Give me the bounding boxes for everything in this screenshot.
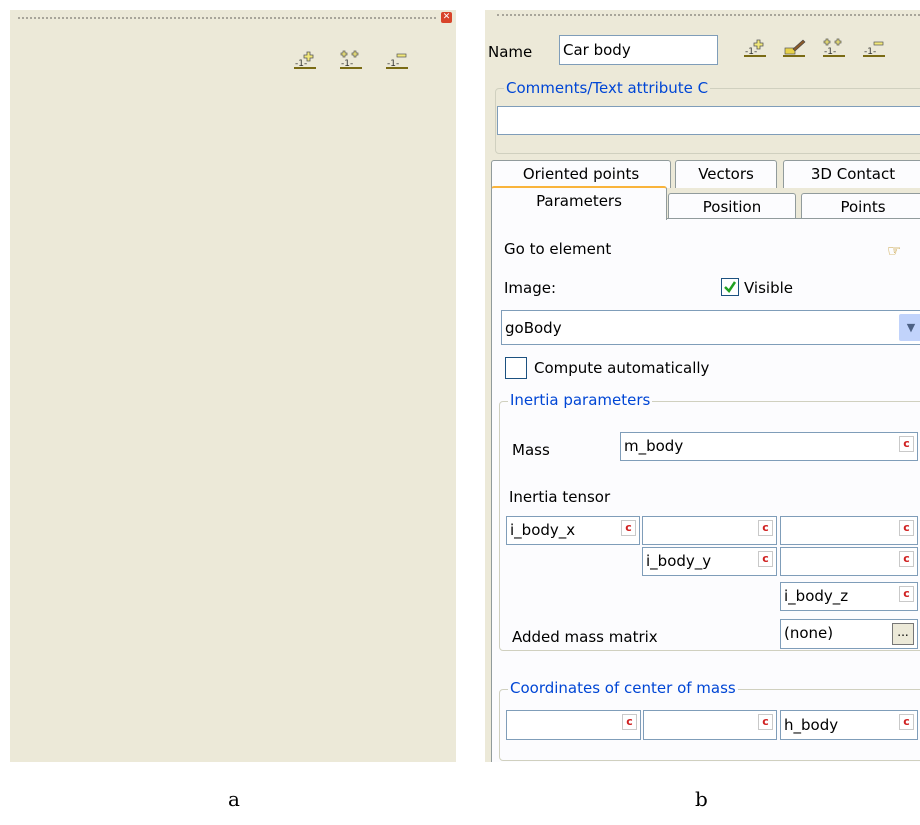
- add-element-icon[interactable]: -1-: [742, 38, 768, 60]
- svg-text:-1-: -1-: [341, 59, 353, 69]
- comments-title: Comments/Text attribute C: [504, 79, 711, 97]
- tensor-yz-input[interactable]: c: [780, 547, 918, 576]
- toolbar-grip[interactable]: [18, 17, 436, 19]
- ellipsis-button[interactable]: ...: [892, 623, 914, 645]
- toolbar-grip[interactable]: [497, 14, 920, 16]
- svg-text:-1-: -1-: [295, 59, 307, 69]
- c-button[interactable]: c: [758, 520, 773, 536]
- svg-text:-1-: -1-: [824, 47, 836, 57]
- com-x-input[interactable]: c: [506, 710, 641, 740]
- tensor-xx-input[interactable]: i_body_x c: [506, 516, 640, 545]
- edit-brush-icon[interactable]: [781, 38, 807, 60]
- com-y-input[interactable]: c: [643, 710, 777, 740]
- panel-b: Name Car body -1- -1- -1- Comments/Text …: [485, 10, 920, 762]
- name-label: Name: [488, 43, 533, 61]
- added-mass-input[interactable]: (none) ...: [780, 619, 918, 649]
- name-input[interactable]: Car body: [559, 35, 718, 65]
- tab-vectors[interactable]: Vectors: [675, 160, 777, 188]
- c-button[interactable]: c: [622, 714, 637, 730]
- remove-element-icon[interactable]: -1-: [861, 38, 887, 60]
- tensor-zz-input[interactable]: i_body_z c: [780, 582, 918, 611]
- comments-input[interactable]: [497, 106, 920, 135]
- c-button[interactable]: c: [899, 520, 914, 536]
- image-label: Image:: [504, 279, 557, 297]
- inertia-tensor-label: Inertia tensor: [509, 488, 611, 506]
- tab-position[interactable]: Position: [668, 193, 796, 221]
- svg-text:-1-: -1-: [387, 59, 399, 69]
- com-title: Coordinates of center of mass: [508, 679, 738, 697]
- c-button[interactable]: c: [899, 586, 914, 602]
- tab-oriented-points[interactable]: Oriented points: [491, 160, 671, 188]
- check-icon: [724, 281, 737, 293]
- add-multiple-icon[interactable]: -1-: [821, 38, 847, 60]
- visible-label: Visible: [744, 279, 793, 297]
- com-z-input[interactable]: h_body c: [780, 710, 918, 740]
- c-button[interactable]: c: [758, 551, 773, 567]
- caption-b: b: [695, 787, 708, 811]
- image-select[interactable]: goBody ▼: [501, 310, 920, 345]
- tensor-xy-input[interactable]: c: [642, 516, 777, 545]
- c-button[interactable]: c: [621, 520, 636, 536]
- tab-points[interactable]: Points: [801, 193, 920, 221]
- pointing-hand-icon[interactable]: ☞: [887, 241, 901, 260]
- c-button[interactable]: c: [899, 436, 914, 452]
- tab-parameters[interactable]: Parameters: [491, 186, 667, 220]
- panel-a: ✕ -1- -1- -1-: [10, 10, 456, 762]
- remove-element-icon[interactable]: -1-: [384, 50, 410, 72]
- svg-text:-1-: -1-: [745, 47, 757, 57]
- close-icon[interactable]: ✕: [441, 12, 452, 23]
- c-button[interactable]: c: [899, 551, 914, 567]
- mass-label: Mass: [512, 441, 550, 459]
- go-to-element-label: Go to element: [504, 240, 612, 258]
- visible-checkbox[interactable]: [721, 278, 739, 296]
- add-element-icon[interactable]: -1-: [292, 50, 318, 72]
- c-button[interactable]: c: [758, 714, 773, 730]
- chevron-down-icon[interactable]: ▼: [899, 314, 920, 341]
- svg-text:-1-: -1-: [864, 47, 876, 57]
- tensor-xz-input[interactable]: c: [780, 516, 918, 545]
- compute-auto-checkbox[interactable]: [505, 357, 527, 379]
- mass-input[interactable]: m_body c: [620, 432, 918, 461]
- caption-a: a: [228, 787, 240, 811]
- tab-3d-contact[interactable]: 3D Contact: [783, 160, 920, 188]
- c-button[interactable]: c: [899, 714, 914, 730]
- added-mass-label: Added mass matrix: [512, 628, 658, 646]
- tensor-yy-input[interactable]: i_body_y c: [642, 547, 777, 576]
- parameters-tab-page: Go to element ☞ Image: Visible goBody ▼ …: [491, 218, 920, 762]
- inertia-title: Inertia parameters: [508, 391, 653, 409]
- compute-auto-label: Compute automatically: [534, 359, 710, 377]
- add-multiple-icon[interactable]: -1-: [338, 50, 364, 72]
